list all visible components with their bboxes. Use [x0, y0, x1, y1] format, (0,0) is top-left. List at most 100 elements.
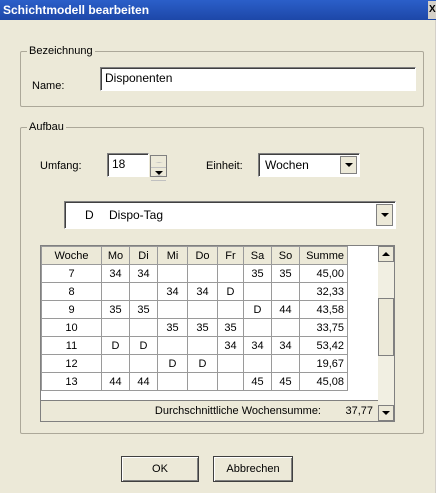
cell-sa[interactable]: 35 — [243, 264, 272, 283]
cell-do[interactable] — [187, 336, 218, 355]
cell-mo[interactable]: D — [101, 336, 130, 355]
cell-di[interactable] — [129, 318, 158, 337]
cell-fr[interactable]: 34 — [217, 336, 244, 355]
cancel-button[interactable]: Abbrechen — [213, 456, 293, 482]
cell-sa[interactable] — [243, 282, 272, 301]
col-header-summe[interactable]: Summe — [299, 246, 348, 265]
cell-di[interactable] — [129, 282, 158, 301]
cell-sa[interactable] — [243, 318, 272, 337]
cell-mo[interactable]: 44 — [101, 372, 130, 391]
cell-fr[interactable] — [217, 354, 244, 373]
cell-di[interactable]: 44 — [129, 372, 158, 391]
cell-do[interactable] — [187, 300, 218, 319]
cell-mi[interactable]: 34 — [157, 282, 188, 301]
cell-mi[interactable]: 35 — [157, 318, 188, 337]
cell-sa[interactable]: 34 — [243, 336, 272, 355]
cell-mo[interactable] — [101, 318, 130, 337]
cell-fr[interactable] — [217, 300, 244, 319]
col-header-mo[interactable]: Mo — [101, 246, 130, 265]
cell-summe: 45,00 — [299, 264, 348, 283]
dispo-value: Dispo-Tag — [109, 208, 164, 222]
cell-sa[interactable]: 45 — [243, 372, 272, 391]
cell-summe: 43,58 — [299, 300, 348, 319]
cell-sa[interactable]: D — [243, 300, 272, 319]
cell-do[interactable] — [187, 264, 218, 283]
cell-woche[interactable]: 7 — [41, 264, 102, 283]
name-field-value: Disponenten — [105, 71, 173, 85]
cell-do[interactable]: 35 — [187, 318, 218, 337]
dispo-select[interactable]: D Dispo-Tag — [64, 201, 396, 229]
table-row: 8 34 34 D 32,33 — [41, 282, 348, 301]
cell-so[interactable] — [271, 318, 300, 337]
cell-woche[interactable]: 13 — [41, 372, 102, 391]
cell-summe: 33,75 — [299, 318, 348, 337]
cell-woche[interactable]: 8 — [41, 282, 102, 301]
cell-summe: 32,33 — [299, 282, 348, 301]
cell-fr[interactable]: D — [217, 282, 244, 301]
cell-so[interactable]: 45 — [271, 372, 300, 391]
close-icon[interactable]: X — [428, 1, 436, 19]
cell-di[interactable]: D — [129, 336, 158, 355]
ok-button[interactable]: OK — [121, 456, 199, 482]
cell-mi[interactable] — [157, 336, 188, 355]
cell-mi[interactable] — [157, 264, 188, 283]
average-value: 37,77 — [345, 405, 373, 417]
col-header-sa[interactable]: Sa — [243, 246, 272, 265]
einheit-dropdown-icon[interactable] — [340, 156, 357, 174]
cell-fr[interactable]: 35 — [217, 318, 244, 337]
table-row: 10 35 35 35 33,75 — [41, 318, 348, 337]
average-label: Durchschnittliche Wochensumme: — [154, 405, 321, 417]
umfang-field[interactable]: 18 — [107, 153, 149, 177]
week-grid[interactable]: Woche Mo Di Mi Do Fr Sa So Summe 7 34 34… — [40, 245, 395, 422]
cell-woche[interactable]: 11 — [41, 336, 102, 355]
scroll-up-icon[interactable] — [378, 246, 394, 262]
window-title: Schichtmodell bearbeiten — [3, 3, 150, 17]
spin-up-icon[interactable] — [151, 158, 166, 168]
table-row: 12 D D 19,67 — [41, 354, 348, 373]
spin-down-icon[interactable] — [151, 171, 166, 181]
cell-woche[interactable]: 10 — [41, 318, 102, 337]
cell-mo[interactable]: 35 — [101, 300, 130, 319]
col-header-fr[interactable]: Fr — [217, 246, 244, 265]
cell-so[interactable]: 44 — [271, 300, 300, 319]
scroll-thumb[interactable] — [378, 298, 394, 356]
cell-so[interactable]: 35 — [271, 264, 300, 283]
col-header-woche[interactable]: Woche — [41, 246, 102, 265]
dispo-dropdown-icon[interactable] — [376, 204, 393, 226]
col-header-so[interactable]: So — [271, 246, 300, 265]
cell-do[interactable]: D — [187, 354, 218, 373]
title-bar: Schichtmodell bearbeiten X — [0, 0, 436, 20]
name-label: Name: — [32, 80, 65, 92]
cell-mo[interactable]: 34 — [101, 264, 130, 283]
cell-fr[interactable] — [217, 372, 244, 391]
cell-so[interactable]: 34 — [271, 336, 300, 355]
cell-mo[interactable] — [101, 282, 130, 301]
cell-do[interactable] — [187, 372, 218, 391]
cell-summe: 45,08 — [299, 372, 348, 391]
cell-di[interactable] — [129, 354, 158, 373]
cell-do[interactable]: 34 — [187, 282, 218, 301]
cell-mo[interactable] — [101, 354, 130, 373]
cell-sa[interactable] — [243, 354, 272, 373]
table-row: 13 44 44 45 45 45,08 — [41, 372, 348, 391]
cell-di[interactable]: 34 — [129, 264, 158, 283]
cell-woche[interactable]: 12 — [41, 354, 102, 373]
cell-woche[interactable]: 9 — [41, 300, 102, 319]
cell-mi[interactable] — [157, 372, 188, 391]
cell-di[interactable]: 35 — [129, 300, 158, 319]
cell-mi[interactable] — [157, 300, 188, 319]
cell-mi[interactable]: D — [157, 354, 188, 373]
cell-summe: 53,42 — [299, 336, 348, 355]
cell-fr[interactable] — [217, 264, 244, 283]
cell-so[interactable] — [271, 354, 300, 373]
col-header-mi[interactable]: Mi — [157, 246, 188, 265]
cell-so[interactable] — [271, 282, 300, 301]
scroll-down-icon[interactable] — [378, 405, 394, 421]
grid-scrollbar[interactable] — [378, 246, 394, 421]
cell-summe: 19,67 — [299, 354, 348, 373]
col-header-do[interactable]: Do — [187, 246, 218, 265]
einheit-select[interactable]: Wochen — [258, 153, 360, 177]
umfang-stepper[interactable] — [150, 155, 167, 181]
col-header-di[interactable]: Di — [129, 246, 158, 265]
name-field[interactable]: Disponenten — [100, 67, 416, 91]
